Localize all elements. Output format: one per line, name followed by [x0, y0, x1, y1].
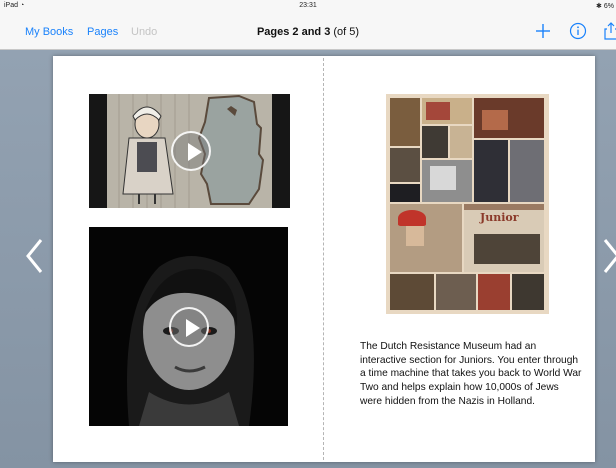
page-range: Pages 2 and 3 — [256, 26, 331, 38]
previous-page-arrow-icon[interactable] — [24, 236, 46, 276]
navigation-bar: My Books Pages Undo Pages 2 and 3 (of 5) — [0, 14, 616, 50]
next-page-arrow-icon[interactable] — [600, 236, 616, 276]
status-bar: iPad ◔ 23:31 ✱ 6% — [0, 0, 616, 14]
share-icon[interactable] — [600, 20, 616, 42]
page-title: Pages 2 and 3 (of 5) — [0, 26, 616, 38]
video-thumbnail-cartoon[interactable] — [89, 94, 290, 208]
collage-sign-text: Junior — [480, 211, 519, 224]
page-divider — [323, 58, 324, 460]
battery-indicator: ✱ 6% — [596, 3, 614, 10]
info-icon[interactable] — [567, 20, 589, 42]
museum-photo-collage: Junior — [386, 94, 549, 314]
play-button-icon[interactable] — [169, 307, 209, 347]
clock: 23:31 — [299, 2, 317, 9]
plus-icon[interactable] — [532, 20, 554, 42]
page-count: (of 5) — [333, 26, 360, 38]
bluetooth-icon: ✱ — [596, 3, 602, 10]
video-thumbnail-portrait[interactable] — [89, 227, 288, 426]
play-button-icon[interactable] — [171, 131, 211, 171]
page-caption[interactable]: The Dutch Resistance Museum had an inter… — [360, 340, 582, 409]
